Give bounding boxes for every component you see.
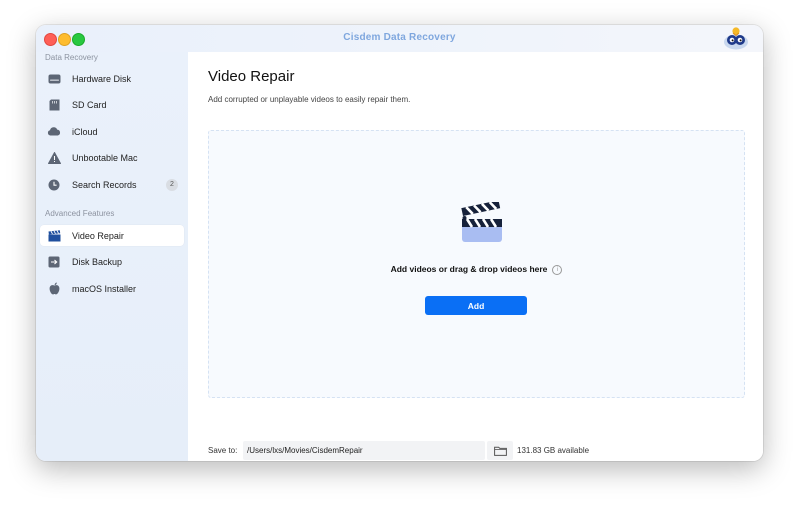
section-label-data-recovery: Data Recovery bbox=[45, 53, 98, 62]
folder-icon bbox=[493, 446, 507, 456]
sidebar-item-disk-backup[interactable]: Disk Backup bbox=[40, 251, 184, 272]
available-space: 131.83 GB available bbox=[517, 446, 590, 455]
section-label-advanced-features: Advanced Features bbox=[45, 209, 115, 218]
sidebar-item-label: Video Repair bbox=[72, 230, 124, 241]
clock-icon bbox=[47, 178, 61, 192]
sidebar-item-label: macOS Installer bbox=[72, 283, 137, 294]
sidebar-item-unbootable-mac[interactable]: Unbootable Mac bbox=[40, 147, 184, 168]
title-bar: Cisdem Data Recovery bbox=[36, 25, 763, 52]
main-content: Video Repair Add corrupted or unplayable… bbox=[188, 52, 763, 461]
sidebar-item-label: SD Card bbox=[72, 99, 107, 110]
add-videos-button[interactable]: Add bbox=[425, 296, 527, 315]
hard-disk-icon bbox=[47, 72, 61, 86]
drop-instructions: Add videos or drag & drop videos here i bbox=[209, 264, 744, 275]
sidebar-item-macos-installer[interactable]: macOS Installer bbox=[40, 278, 184, 299]
info-icon[interactable]: i bbox=[552, 264, 563, 275]
warning-icon bbox=[47, 151, 61, 165]
sidebar-item-icloud[interactable]: iCloud bbox=[40, 121, 184, 142]
sidebar-item-hardware-disk[interactable]: Hardware Disk bbox=[40, 68, 184, 89]
sd-card-icon bbox=[47, 98, 61, 112]
user-avatar-icon[interactable] bbox=[723, 26, 749, 50]
count-badge: 2 bbox=[166, 179, 178, 191]
save-path-field[interactable] bbox=[243, 441, 485, 460]
browse-folder-button[interactable] bbox=[487, 441, 513, 460]
page-subtitle: Add corrupted or unplayable videos to ea… bbox=[208, 95, 411, 104]
drop-instructions-text: Add videos or drag & drop videos here bbox=[390, 264, 548, 274]
disk-backup-icon bbox=[47, 255, 61, 269]
sidebar-item-sd-card[interactable]: SD Card bbox=[40, 94, 184, 115]
sidebar-item-label: iCloud bbox=[72, 126, 98, 137]
clapperboard-icon bbox=[461, 202, 502, 242]
sidebar-item-label: Unbootable Mac bbox=[72, 152, 138, 163]
sidebar-item-video-repair[interactable]: Video Repair bbox=[40, 225, 184, 246]
cloud-icon bbox=[47, 125, 61, 139]
video-drop-zone[interactable]: Add videos or drag & drop videos here i A… bbox=[208, 130, 745, 398]
window-title: Cisdem Data Recovery bbox=[343, 32, 456, 43]
page-title: Video Repair bbox=[208, 68, 295, 85]
sidebar-item-search-records[interactable]: Search Records 2 bbox=[40, 174, 184, 195]
apple-icon bbox=[47, 282, 61, 296]
app-window: Cisdem Data Recovery Data Recovery Hardw… bbox=[36, 25, 763, 461]
sidebar-item-label: Disk Backup bbox=[72, 256, 123, 267]
sidebar-item-label: Search Records bbox=[72, 179, 137, 190]
sidebar-item-label: Hardware Disk bbox=[72, 73, 132, 84]
save-location-row: Save to: 131.83 GB available bbox=[208, 441, 748, 460]
save-to-label: Save to: bbox=[208, 446, 238, 455]
clapperboard-icon bbox=[47, 229, 61, 243]
sidebar: Data Recovery Hardware Disk SD Card iClo… bbox=[36, 52, 188, 461]
